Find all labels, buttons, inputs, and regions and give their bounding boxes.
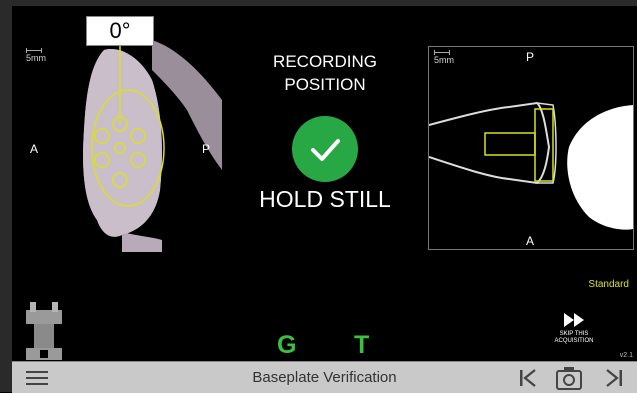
menu-icon[interactable] xyxy=(26,370,48,386)
scale-bar xyxy=(434,50,450,55)
right-bottom-label: A xyxy=(526,234,535,248)
status-title-line2: POSITION xyxy=(284,75,366,94)
skip-back-icon[interactable] xyxy=(518,368,538,388)
app-screen: 5mm 0° A P RECORDING POSITION HOLD STILL… xyxy=(0,0,637,393)
right-scale-indicator: 5mm xyxy=(434,50,454,65)
status-title: RECORDING POSITION xyxy=(250,50,400,96)
left-anterior-label: A xyxy=(30,142,39,156)
device-bezel-left xyxy=(0,0,12,392)
standard-mode-label: Standard xyxy=(588,279,629,290)
camera-icon[interactable] xyxy=(556,366,582,390)
instrument-icon xyxy=(26,302,62,360)
left-posterior-label: P xyxy=(202,142,211,156)
hold-still-instruction: HOLD STILL xyxy=(259,186,391,212)
scale-bar xyxy=(26,48,42,53)
skip-label-line2: ACQUISITION xyxy=(554,338,594,344)
bottom-bar: Baseplate Verification xyxy=(12,361,637,393)
skip-acquisition-button[interactable]: SKIP THIS ACQUISITION xyxy=(548,312,600,345)
fast-forward-icon xyxy=(564,313,584,327)
g-indicator: G xyxy=(277,331,297,359)
device-bezel-top xyxy=(0,0,637,6)
glenoid-bone-image xyxy=(83,40,222,252)
right-scale-label: 5mm xyxy=(434,55,454,65)
right-top-label: P xyxy=(526,50,535,64)
skip-label-line1: SKIP THIS xyxy=(559,331,589,337)
cross-section-view xyxy=(428,46,634,250)
check-icon xyxy=(292,116,358,182)
version-label: v2.1 xyxy=(619,352,633,359)
glenoid-view xyxy=(12,40,222,252)
screen-title: Baseplate Verification xyxy=(252,369,397,386)
angle-readout: 0° xyxy=(86,16,154,46)
status-title-line1: RECORDING xyxy=(273,52,377,71)
skip-forward-icon[interactable] xyxy=(604,368,624,388)
t-indicator: T xyxy=(354,331,370,359)
cross-section-image xyxy=(429,101,633,230)
left-scale-indicator: 5mm xyxy=(26,48,46,63)
left-scale-label: 5mm xyxy=(26,53,46,63)
